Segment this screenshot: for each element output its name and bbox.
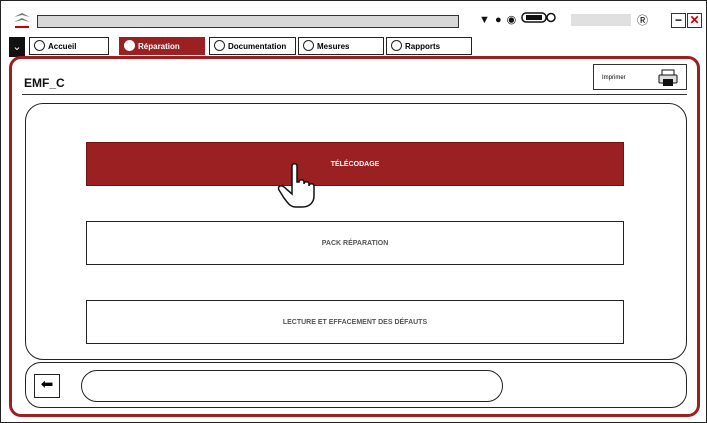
page-title: EMF_C [24,76,65,90]
tab-label: Réparation [138,42,180,51]
print-label: Imprimer [602,75,626,81]
radio-icon [124,40,135,51]
footer-bar: ⬅ [25,362,687,408]
signal-icon[interactable]: ◉ [507,14,518,26]
tab-accueil[interactable]: Accueil [29,37,109,55]
lock-icon[interactable]: Ⓡ [637,12,648,28]
pointer-hand-icon [277,163,315,208]
battery-icon [521,12,557,26]
status-icons: ▼ ● ◉ [479,12,557,26]
radio-icon [214,40,225,51]
print-button[interactable]: Imprimer [593,64,687,90]
tab-label: Mesures [317,42,350,51]
top-bar: ▼ ● ◉ Ⓡ − ✕ [9,7,702,35]
chevron-down-icon[interactable]: ⌄ [9,37,25,57]
tab-rapports[interactable]: Rapports [386,37,472,55]
brand-logo-icon [11,7,33,31]
tab-label: Rapports [405,42,441,51]
tab-mesures[interactable]: Mesures [298,37,384,55]
radio-icon [303,40,314,51]
download-icon[interactable]: ▼ [479,14,491,26]
message-field [81,370,503,402]
radio-icon [34,40,45,51]
printer-icon [658,69,678,86]
tab-reparation[interactable]: Réparation [119,37,205,55]
user-icon[interactable]: ● [495,14,503,26]
page-header: EMF_C Imprimer [22,64,687,95]
close-button[interactable]: ✕ [687,13,702,28]
radio-icon [391,40,402,51]
app-window: ▼ ● ◉ Ⓡ − ✕ ⌄ Accueil Réparation Documen… [0,0,707,423]
telecodage-button[interactable]: TÉLÉCODAGE [86,142,624,186]
tab-documentation[interactable]: Documentation [209,37,296,55]
lecture-effacement-defauts-button[interactable]: LECTURE ET EFFACEMENT DES DÉFAUTS [86,300,624,344]
title-bar [37,15,459,28]
tab-label: Accueil [48,42,77,51]
main-panel: EMF_C Imprimer TÉLÉCODAGE PACK RÉPARATIO… [9,56,700,417]
minimize-button[interactable]: − [671,13,686,28]
tab-label: Documentation [228,42,287,51]
pack-reparation-button[interactable]: PACK RÉPARATION [86,221,624,265]
actions-panel: TÉLÉCODAGE PACK RÉPARATION LECTURE ET EF… [25,103,687,360]
status-box [571,14,631,26]
back-arrow-icon[interactable]: ⬅ [34,374,60,398]
